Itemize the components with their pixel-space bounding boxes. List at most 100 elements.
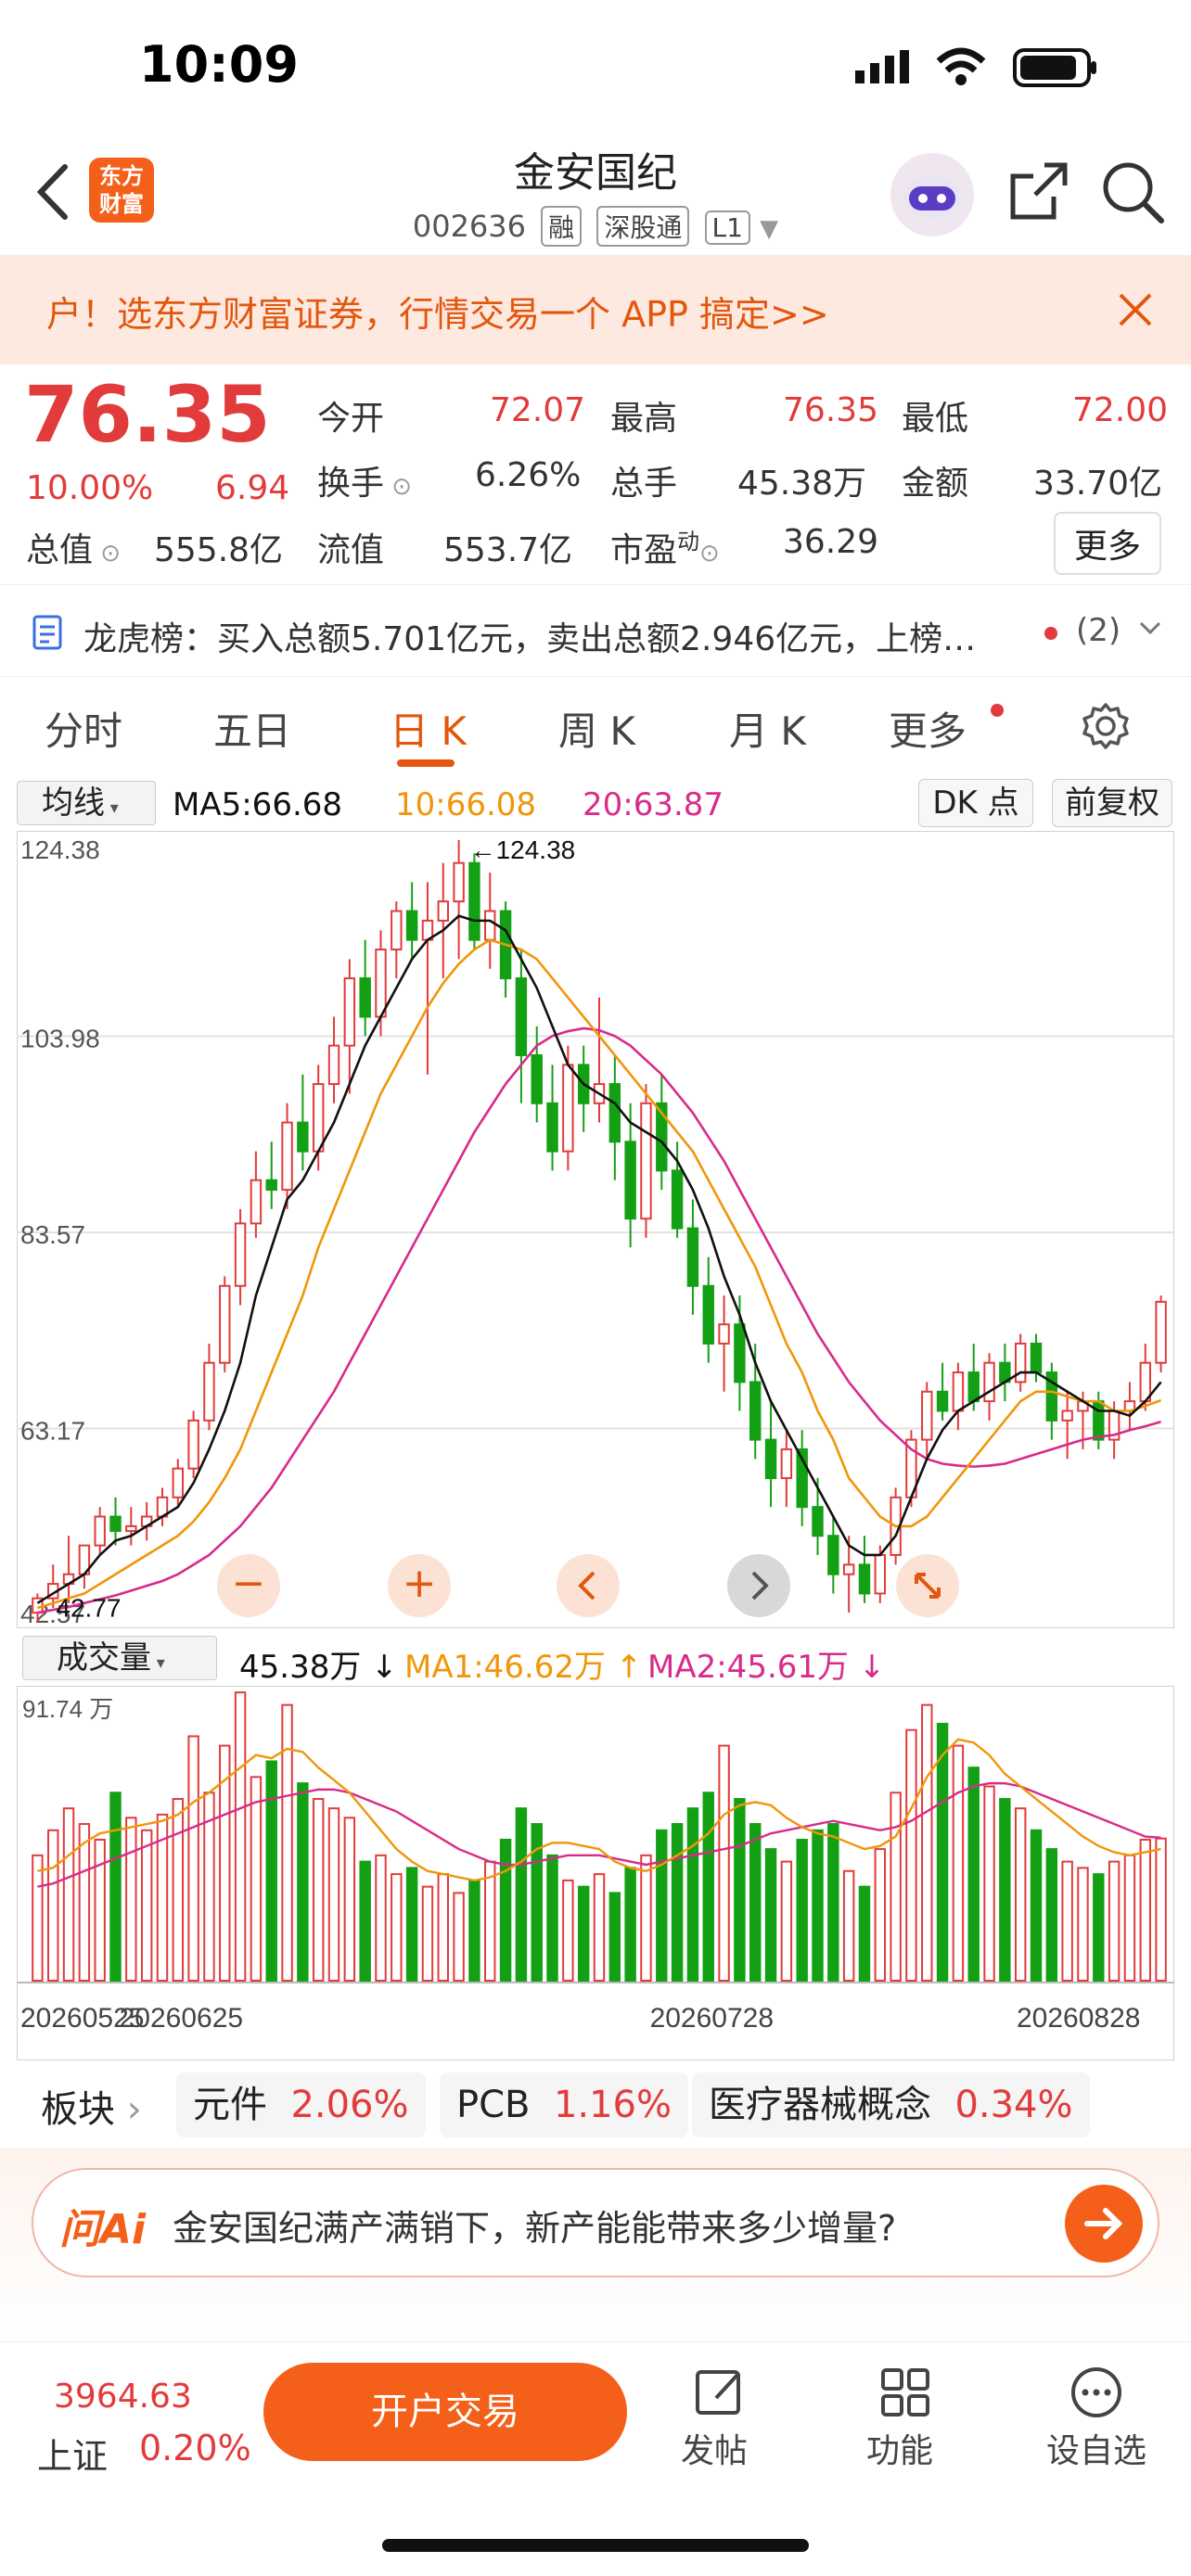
more-button[interactable]: 更多 (1054, 512, 1162, 575)
scroll-right-button[interactable] (727, 1554, 790, 1617)
tab-intraday[interactable]: 分时 (45, 700, 122, 757)
promo-close-button[interactable] (1115, 289, 1156, 334)
volume-bar (671, 1823, 684, 1982)
status-time: 10:09 (139, 35, 299, 94)
lhb-count: (2) (1076, 612, 1121, 649)
market-cap-label: 总值 ⊙ (26, 531, 122, 569)
sector-label[interactable]: 板块 › (41, 2079, 142, 2133)
volume-bar (62, 1807, 75, 1982)
post-button[interactable]: 发帖 (681, 2365, 761, 2472)
tab-five-day[interactable]: 五日 (213, 700, 291, 757)
candle (1030, 1342, 1043, 1374)
ma-selector[interactable]: 均线 ▾ (17, 781, 156, 825)
promo-text[interactable]: 户！选东方财富证券，行情交易一个 APP 搞定>> (46, 286, 829, 337)
zoom-out-button[interactable]: − (217, 1554, 280, 1617)
stock-subtitle[interactable]: 002636 融 深股通 L1 ▼ (0, 206, 1191, 247)
low-value: 72.00 (1072, 391, 1169, 429)
volume-bar (343, 1817, 356, 1982)
volume-bar (109, 1792, 122, 1982)
float-cap-value: 553.7亿 (443, 531, 573, 569)
sector-pill[interactable]: PCB 1.16% (440, 2072, 689, 2137)
volume-bar (1155, 1837, 1167, 1982)
volume-bar (359, 1860, 371, 1982)
wifi-icon (935, 46, 987, 91)
volume-bar (624, 1867, 636, 1982)
volume-bar (281, 1703, 293, 1983)
scroll-left-button[interactable] (557, 1554, 620, 1617)
tab-monthly-k[interactable]: 月 K (729, 700, 806, 757)
info-icon[interactable]: ⊙ (93, 540, 121, 567)
ask-submit-button[interactable] (1065, 2185, 1143, 2263)
arrow-right-icon (1084, 2208, 1123, 2239)
zoom-in-button[interactable]: + (388, 1554, 451, 1617)
lhb-text[interactable]: 龙虎榜：买入总额5.701亿元，卖出总额2.946亿元，上榜… (83, 612, 976, 660)
candle (562, 1064, 574, 1153)
candle (359, 977, 371, 1018)
kline-chart[interactable]: 124.38103.9883.5763.1742.57←124.3842.77 (17, 831, 1174, 1628)
x-tick-label: 20260625 (120, 2003, 243, 2034)
candle (531, 1053, 543, 1104)
vol-selector[interactable]: 成交量 ▾ (22, 1636, 217, 1680)
high-value: 76.35 (783, 391, 879, 429)
functions-button[interactable]: 功能 (866, 2365, 946, 2472)
chevron-down-icon[interactable] (1137, 618, 1163, 644)
volume-bar (1108, 1860, 1121, 1982)
candle (437, 900, 449, 922)
change-pct: 10.00% (26, 469, 154, 507)
more-icon (1071, 2367, 1121, 2417)
fullscreen-button[interactable] (896, 1554, 959, 1617)
volume-bar (608, 1892, 621, 1982)
volume-bar (827, 1823, 839, 1982)
x-tick-label: 20260828 (1017, 2003, 1140, 2034)
volume-bar (453, 1892, 465, 1982)
candle (718, 1323, 730, 1345)
volume-bar (890, 1792, 902, 1982)
info-icon[interactable]: ⊙ (699, 540, 720, 567)
tab-daily-k[interactable]: 日 K (390, 700, 467, 757)
last-price: 76.35 (24, 369, 271, 460)
tab-more[interactable]: 更多 (889, 700, 967, 757)
low-label: 最低 (902, 400, 969, 438)
info-icon[interactable]: ⊙ (384, 473, 412, 501)
volume-bar (1123, 1854, 1136, 1982)
volume-bar (250, 1776, 263, 1982)
sector-pill[interactable]: 元件 2.06% (176, 2072, 426, 2137)
candle (297, 1121, 309, 1153)
add-watchlist-button[interactable]: 设自选 (1046, 2365, 1148, 2472)
volume-bar (1030, 1829, 1043, 1982)
candle (172, 1467, 185, 1498)
adjust-button[interactable]: 前复权 (1052, 779, 1172, 827)
volume-bar (734, 1798, 746, 1982)
candle (1061, 1409, 1073, 1422)
candle (967, 1371, 980, 1403)
volume-bar (468, 1879, 480, 1982)
index-pct[interactable]: 0.20% (139, 2428, 251, 2468)
chevron-left-icon (578, 1571, 596, 1600)
candle (764, 1438, 777, 1480)
ask-ai-question[interactable]: 金安国纪满产满销下，新产能能带来多少增量? (173, 2200, 896, 2251)
volume-bar (405, 1867, 418, 1982)
open-account-button[interactable]: 开户交易 (263, 2363, 627, 2461)
index-name[interactable]: 上证 (37, 2428, 108, 2479)
vol-max-label: 91.74 万 (22, 1695, 113, 1723)
sector-pill[interactable]: 医疗器械概念 0.34% (692, 2072, 1090, 2137)
volume-chart[interactable]: 91.74 万2026052520260625 20260728 20260828 (17, 1686, 1174, 2060)
volume-bar (234, 1691, 247, 1983)
settings-button[interactable] (1082, 702, 1130, 759)
volume-bar (499, 1838, 512, 1982)
volume-bar (686, 1807, 699, 1982)
index-value[interactable]: 3964.63 (54, 2378, 192, 2416)
volume-bar (858, 1885, 871, 1982)
volume-bar (952, 1744, 965, 1983)
candle (749, 1381, 762, 1441)
volume-bar (391, 1873, 403, 1982)
candle (1155, 1300, 1167, 1364)
dk-button[interactable]: DK 点 (918, 779, 1033, 827)
volume-bar (125, 1817, 137, 1982)
y-tick-label: 124.38 (20, 835, 100, 864)
tab-weekly-k[interactable]: 周 K (558, 700, 635, 757)
open-label: 今开 (317, 400, 385, 438)
candle (1093, 1400, 1105, 1441)
volume-bar (749, 1823, 762, 1982)
volume-bar (780, 1860, 793, 1982)
